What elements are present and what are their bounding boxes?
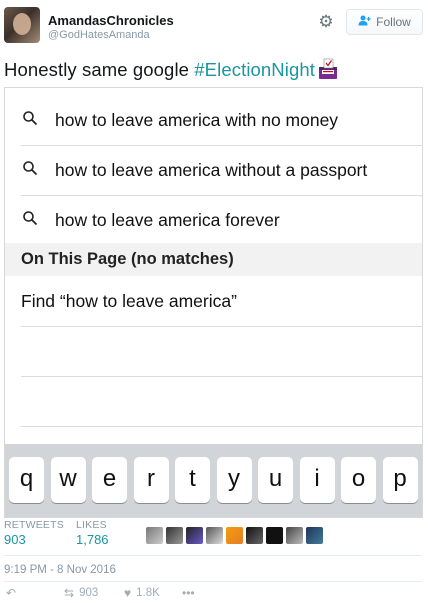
key-t[interactable]: t [175, 457, 210, 503]
tweet-header: AmandasChronicles @GodHatesAmanda ⚙ Foll… [0, 0, 428, 50]
keyboard: q w e r t y u i o p [5, 444, 422, 517]
hashtag-link[interactable]: #ElectionNight [194, 59, 315, 80]
search-suggestion[interactable]: how to leave america with no money [5, 95, 422, 145]
retweets-label: RETWEETS [4, 519, 64, 531]
search-icon [22, 110, 38, 126]
reply-button[interactable]: ↶ [6, 586, 16, 600]
avatar[interactable] [166, 527, 183, 544]
key-p[interactable]: p [382, 457, 418, 503]
user-handle[interactable]: @GodHatesAmanda [48, 29, 150, 41]
suggestion-text: how to leave america forever [55, 210, 280, 230]
section-header-label: On This Page (no matches) [21, 250, 234, 268]
retweet-icon: ⇆ [64, 586, 75, 600]
avatar[interactable] [306, 527, 323, 544]
tweet-text-body: Honestly same google [4, 59, 195, 80]
retweet-count: 903 [79, 587, 99, 599]
follow-label: Follow [376, 15, 411, 29]
avatar[interactable] [286, 527, 303, 544]
avatar[interactable] [146, 527, 163, 544]
add-user-icon [358, 15, 371, 29]
section-header: On This Page (no matches) [5, 243, 422, 276]
divider [4, 581, 422, 582]
search-icon [22, 210, 38, 226]
key-i[interactable]: i [299, 457, 335, 503]
heart-icon: ♥ [124, 586, 132, 600]
divider [4, 555, 422, 556]
avatar[interactable] [246, 527, 263, 544]
retweets-count[interactable]: 903 [4, 532, 26, 547]
avatar[interactable] [4, 7, 40, 43]
more-button[interactable]: ••• [182, 586, 195, 600]
search-icon [22, 160, 38, 176]
ballot-box-emoji-icon [317, 58, 339, 80]
retweet-button[interactable]: ⇆ 903 [64, 586, 98, 600]
key-w[interactable]: w [50, 457, 86, 503]
tweet-text: Honestly same google #ElectionNight [4, 58, 339, 81]
divider [21, 326, 422, 327]
like-button[interactable]: ♥ 1.8K [124, 586, 160, 600]
search-suggestion[interactable]: how to leave america forever [5, 195, 422, 245]
reply-icon: ↶ [6, 586, 17, 600]
avatar[interactable] [266, 527, 283, 544]
follow-button[interactable]: Follow [346, 9, 423, 35]
display-name[interactable]: AmandasChronicles [48, 13, 174, 28]
avatar[interactable] [186, 527, 203, 544]
like-count: 1.8K [136, 587, 160, 599]
divider [21, 376, 422, 377]
likes-label: LIKES [76, 519, 107, 531]
find-label: Find “how to leave america” [21, 291, 237, 311]
search-suggestion[interactable]: how to leave america without a passport [5, 145, 422, 195]
attached-screenshot[interactable]: how to leave america with no money how t… [4, 87, 423, 518]
more-dots-icon: ••• [182, 586, 195, 600]
likes-count[interactable]: 1,786 [76, 532, 109, 547]
tweet-actions: ↶ ⇆ 903 ♥ 1.8K ••• [0, 586, 428, 603]
divider [21, 426, 422, 427]
tweet-timestamp[interactable]: 9:19 PM - 8 Nov 2016 [4, 564, 116, 576]
gear-icon[interactable]: ⚙ [317, 13, 335, 31]
key-o[interactable]: o [341, 457, 376, 503]
liker-avatars [146, 527, 323, 547]
find-on-page-item[interactable]: Find “how to leave america” [5, 276, 422, 326]
key-e[interactable]: e [92, 457, 127, 503]
avatar[interactable] [206, 527, 223, 544]
tweet-stats: RETWEETS 903 LIKES 1,786 [0, 518, 428, 556]
suggestion-text: how to leave america with no money [55, 110, 339, 130]
suggestion-text: how to leave america without a passport [55, 160, 368, 180]
avatar[interactable] [226, 527, 243, 544]
key-q[interactable]: q [9, 457, 44, 503]
key-r[interactable]: r [133, 457, 169, 503]
key-u[interactable]: u [258, 457, 293, 503]
key-y[interactable]: y [216, 457, 252, 503]
